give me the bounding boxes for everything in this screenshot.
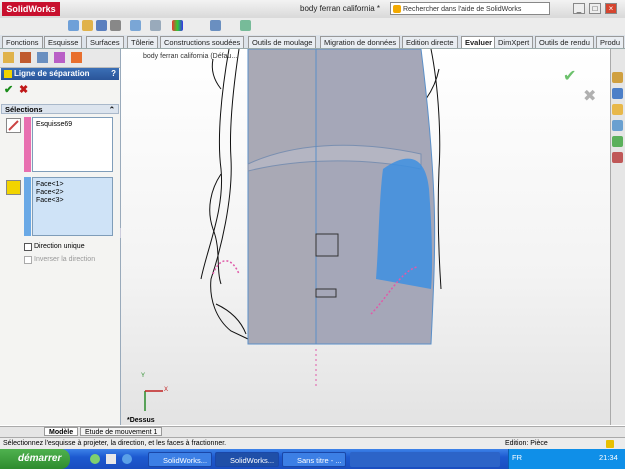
direction-unique-label: Direction unique	[34, 243, 85, 250]
direction-unique-checkbox[interactable]	[24, 243, 32, 251]
list-item[interactable]: Face<2>	[36, 189, 109, 197]
selections-title: Sélections	[5, 105, 43, 114]
tab-evaluer[interactable]: Evaluer	[461, 36, 497, 48]
face-selection-list[interactable]: Face<1> Face<2> Face<3>	[32, 177, 113, 236]
quicklaunch-desktop-icon[interactable]	[106, 454, 116, 464]
file-explorer-icon[interactable]	[612, 104, 623, 115]
save-icon[interactable]	[96, 20, 107, 31]
tab-modele[interactable]: Modèle	[44, 427, 79, 436]
open-icon[interactable]	[82, 20, 93, 31]
sketch-selection-color	[24, 117, 31, 172]
property-manager-header: Ligne de séparation ?	[1, 68, 119, 80]
selected-face	[376, 158, 433, 289]
solidworks-logo[interactable]: SolidWorks	[2, 2, 60, 16]
taskbar-item-notepad[interactable]: Sans titre - ...	[282, 452, 346, 467]
quicklaunch-icon[interactable]	[90, 454, 100, 464]
tab-tolerie[interactable]: Tôlerie	[127, 36, 158, 48]
start-button[interactable]: démarrer	[0, 449, 70, 469]
help-search-input[interactable]: Rechercher dans l'aide de SolidWorks	[390, 2, 550, 15]
new-icon[interactable]	[68, 20, 79, 31]
list-item[interactable]: Face<1>	[36, 181, 109, 189]
property-manager-icon[interactable]	[20, 52, 31, 63]
appearance-icon[interactable]	[172, 20, 183, 31]
taskbar-item-solidworks-2[interactable]: SolidWorks...	[215, 452, 279, 467]
car-model-view[interactable]: ✔ ✖	[121, 49, 610, 425]
body-outline-left-outer	[200, 49, 230, 280]
view-orientation-label: *Dessus	[127, 417, 155, 424]
face-selection-icon	[6, 180, 21, 195]
tab-dimxpert[interactable]: DimXpert	[494, 36, 534, 48]
triad-x-label: X	[164, 387, 169, 393]
restore-button[interactable]: □	[589, 3, 601, 14]
dimxpert-manager-icon[interactable]	[54, 52, 65, 63]
close-button[interactable]: ×	[605, 3, 617, 14]
select-icon[interactable]	[150, 20, 161, 31]
tree-breadcrumb[interactable]: body ferran california (Défau...	[143, 53, 237, 60]
view-palette-icon[interactable]	[612, 120, 623, 131]
media-player-bar[interactable]	[350, 452, 500, 467]
body-outline-left	[210, 49, 249, 340]
selections-header[interactable]: Sélections ⌃	[1, 104, 119, 114]
system-tray: FR 21:34	[508, 449, 625, 469]
taskbar-item-solidworks-1[interactable]: SolidWorks...	[148, 452, 212, 467]
fender-line-left	[209, 173, 222, 285]
tab-surfaces[interactable]: Surfaces	[86, 36, 124, 48]
triad-y-label: Y	[141, 373, 146, 379]
cancel-button[interactable]: ✖	[19, 83, 28, 96]
help-icon[interactable]: ?	[111, 68, 116, 80]
mirror-left	[211, 58, 222, 90]
face-selection-color	[24, 177, 31, 236]
split-line-sketch-left	[212, 260, 240, 275]
print-icon[interactable]	[110, 20, 121, 31]
tab-fonctions[interactable]: Fonctions	[2, 36, 43, 48]
split-line-icon	[4, 70, 12, 78]
rebuild-icon[interactable]	[210, 20, 221, 31]
list-item[interactable]: Face<3>	[36, 197, 109, 205]
feature-manager-icon[interactable]	[3, 52, 14, 63]
ok-button[interactable]: ✔	[4, 83, 13, 96]
minimize-button[interactable]: _	[573, 3, 585, 14]
language-indicator[interactable]: FR	[512, 453, 522, 462]
custom-properties-icon[interactable]	[612, 152, 623, 163]
resources-icon[interactable]	[612, 72, 623, 83]
list-item[interactable]: Esquisse69	[36, 121, 109, 129]
design-library-icon[interactable]	[612, 88, 623, 99]
confirm-cancel-icon: ✖	[583, 86, 596, 105]
tab-migration-de-donnees[interactable]: Migration de données	[320, 36, 401, 48]
collapse-icon[interactable]: ⌃	[109, 105, 115, 115]
tab-esquisse[interactable]: Esquisse	[44, 36, 83, 48]
sketch-selection-list[interactable]: Esquisse69	[32, 117, 113, 172]
options-icon[interactable]	[240, 20, 251, 31]
pencil-icon	[8, 120, 19, 131]
clock[interactable]: 21:34	[599, 453, 618, 462]
appearances-icon[interactable]	[612, 136, 623, 147]
configuration-manager-icon[interactable]	[37, 52, 48, 63]
tab-constructions-soudees[interactable]: Constructions soudées	[160, 36, 245, 48]
graphics-viewport[interactable]: ✔ ✖ Y X *Dessus body ferran california (…	[121, 49, 610, 425]
tab-edition-directe[interactable]: Edition directe	[402, 36, 458, 48]
standard-toolbar	[0, 18, 625, 36]
notification-icon[interactable]	[606, 440, 614, 448]
tab-etude-de-mouvement[interactable]: Etude de mouvement 1	[80, 427, 163, 436]
help-search-placeholder: Rechercher dans l'aide de SolidWorks	[403, 6, 522, 13]
property-manager-title: Ligne de séparation	[14, 69, 90, 78]
quicklaunch-browser-icon[interactable]	[122, 454, 132, 464]
help-search-icon	[393, 5, 401, 13]
tab-produ[interactable]: Produ	[596, 36, 625, 48]
sketch-selection-icon	[6, 118, 21, 133]
confirm-ok-icon: ✔	[563, 66, 576, 85]
surface-face-left	[247, 49, 317, 345]
tab-outils-de-rendu[interactable]: Outils de rendu	[535, 36, 594, 48]
undo-icon[interactable]	[130, 20, 141, 31]
inverser-direction-checkbox[interactable]	[24, 256, 32, 264]
inverser-direction-label: Inverser la direction	[34, 256, 96, 263]
tab-outils-de-moulage[interactable]: Outils de moulage	[248, 36, 317, 48]
document-title: body ferran california *	[300, 4, 381, 13]
display-manager-icon[interactable]	[71, 52, 82, 63]
